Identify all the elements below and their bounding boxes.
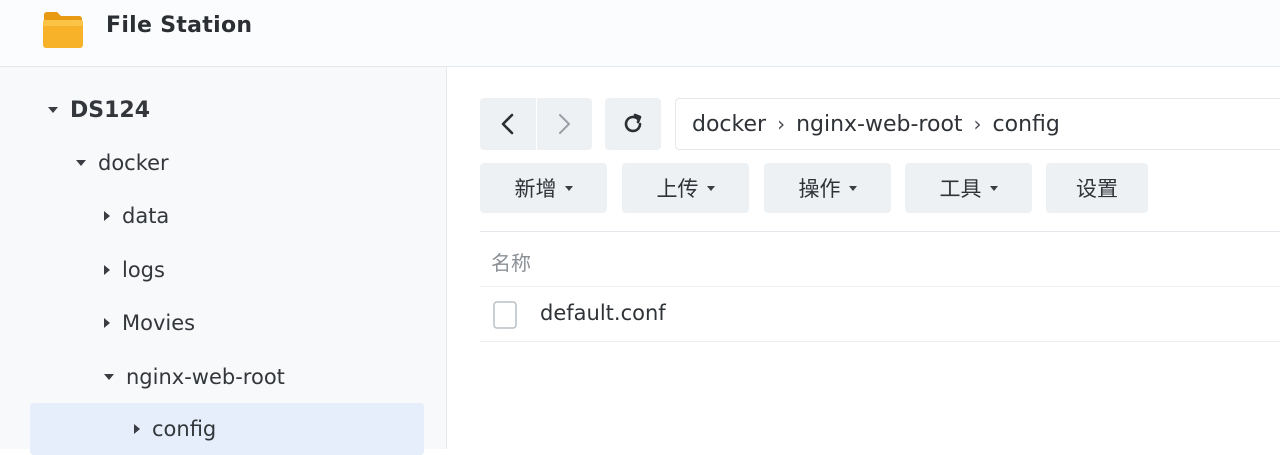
main-panel: docker › nginx-web-root › config 新增 上传 操… <box>447 67 1280 449</box>
history-nav <box>480 98 592 150</box>
divider <box>480 231 1280 232</box>
caret-down-icon <box>564 185 573 191</box>
tree-item-label: Movies <box>122 311 196 335</box>
path-separator: › <box>973 112 982 136</box>
tree-item-label: DS124 <box>70 97 151 123</box>
file-name: default.conf <box>540 301 666 325</box>
tree-item-label: logs <box>122 258 165 282</box>
tree-item-movies[interactable]: Movies <box>104 300 195 346</box>
column-header-name[interactable]: 名称 <box>491 247 531 276</box>
upload-button[interactable]: 上传 <box>622 163 749 213</box>
file-icon <box>493 301 517 329</box>
tools-label: 工具 <box>939 177 982 201</box>
path-bar[interactable]: docker › nginx-web-root › config <box>675 98 1280 150</box>
tree-item-docker[interactable]: docker <box>76 140 169 186</box>
caret-right-icon[interactable] <box>134 424 140 434</box>
settings-button[interactable]: 设置 <box>1046 163 1148 213</box>
app-title: File Station <box>106 13 253 38</box>
chevron-left-icon <box>501 113 514 135</box>
tree-root-ds124[interactable]: DS124 <box>48 87 150 133</box>
path-separator: › <box>777 112 786 136</box>
tree-item-nginx-web-root[interactable]: nginx-web-root <box>104 354 285 400</box>
tools-button[interactable]: 工具 <box>905 163 1032 213</box>
tree-item-label: config <box>152 417 217 441</box>
action-button[interactable]: 操作 <box>764 163 891 213</box>
caret-right-icon[interactable] <box>104 211 110 221</box>
title-bar: File Station <box>0 0 1280 67</box>
action-label: 操作 <box>798 177 841 201</box>
caret-right-icon[interactable] <box>104 318 110 328</box>
caret-down-icon <box>848 185 857 191</box>
tree-item-config[interactable]: config <box>30 403 424 455</box>
refresh-icon <box>624 113 642 133</box>
forward-button[interactable] <box>535 98 593 150</box>
refresh-button[interactable] <box>605 98 661 150</box>
caret-down-icon <box>706 185 715 191</box>
back-button[interactable] <box>480 98 536 150</box>
caret-down-icon <box>989 185 998 191</box>
caret-down-icon[interactable] <box>48 107 58 113</box>
path-segment[interactable]: config <box>993 112 1060 137</box>
create-label: 新增 <box>514 177 557 201</box>
path-segment[interactable]: nginx-web-root <box>796 112 962 137</box>
tree-item-data[interactable]: data <box>104 193 169 239</box>
tree-item-label: nginx-web-root <box>126 365 285 389</box>
chevron-right-icon <box>559 114 571 134</box>
caret-right-icon[interactable] <box>104 265 110 275</box>
tree-item-logs[interactable]: logs <box>104 247 165 293</box>
caret-down-icon[interactable] <box>104 374 114 380</box>
settings-label: 设置 <box>1076 177 1118 201</box>
path-segment[interactable]: docker <box>692 112 766 137</box>
folder-tree: DS124 docker data logs Movies nginx-web-… <box>0 67 447 455</box>
table-row[interactable]: default.conf <box>480 287 1280 342</box>
tree-item-label: data <box>122 204 170 228</box>
caret-down-icon[interactable] <box>76 160 86 166</box>
folder-icon <box>43 12 83 48</box>
tree-item-label: docker <box>98 151 169 175</box>
create-button[interactable]: 新增 <box>480 163 607 213</box>
upload-label: 上传 <box>656 177 699 201</box>
